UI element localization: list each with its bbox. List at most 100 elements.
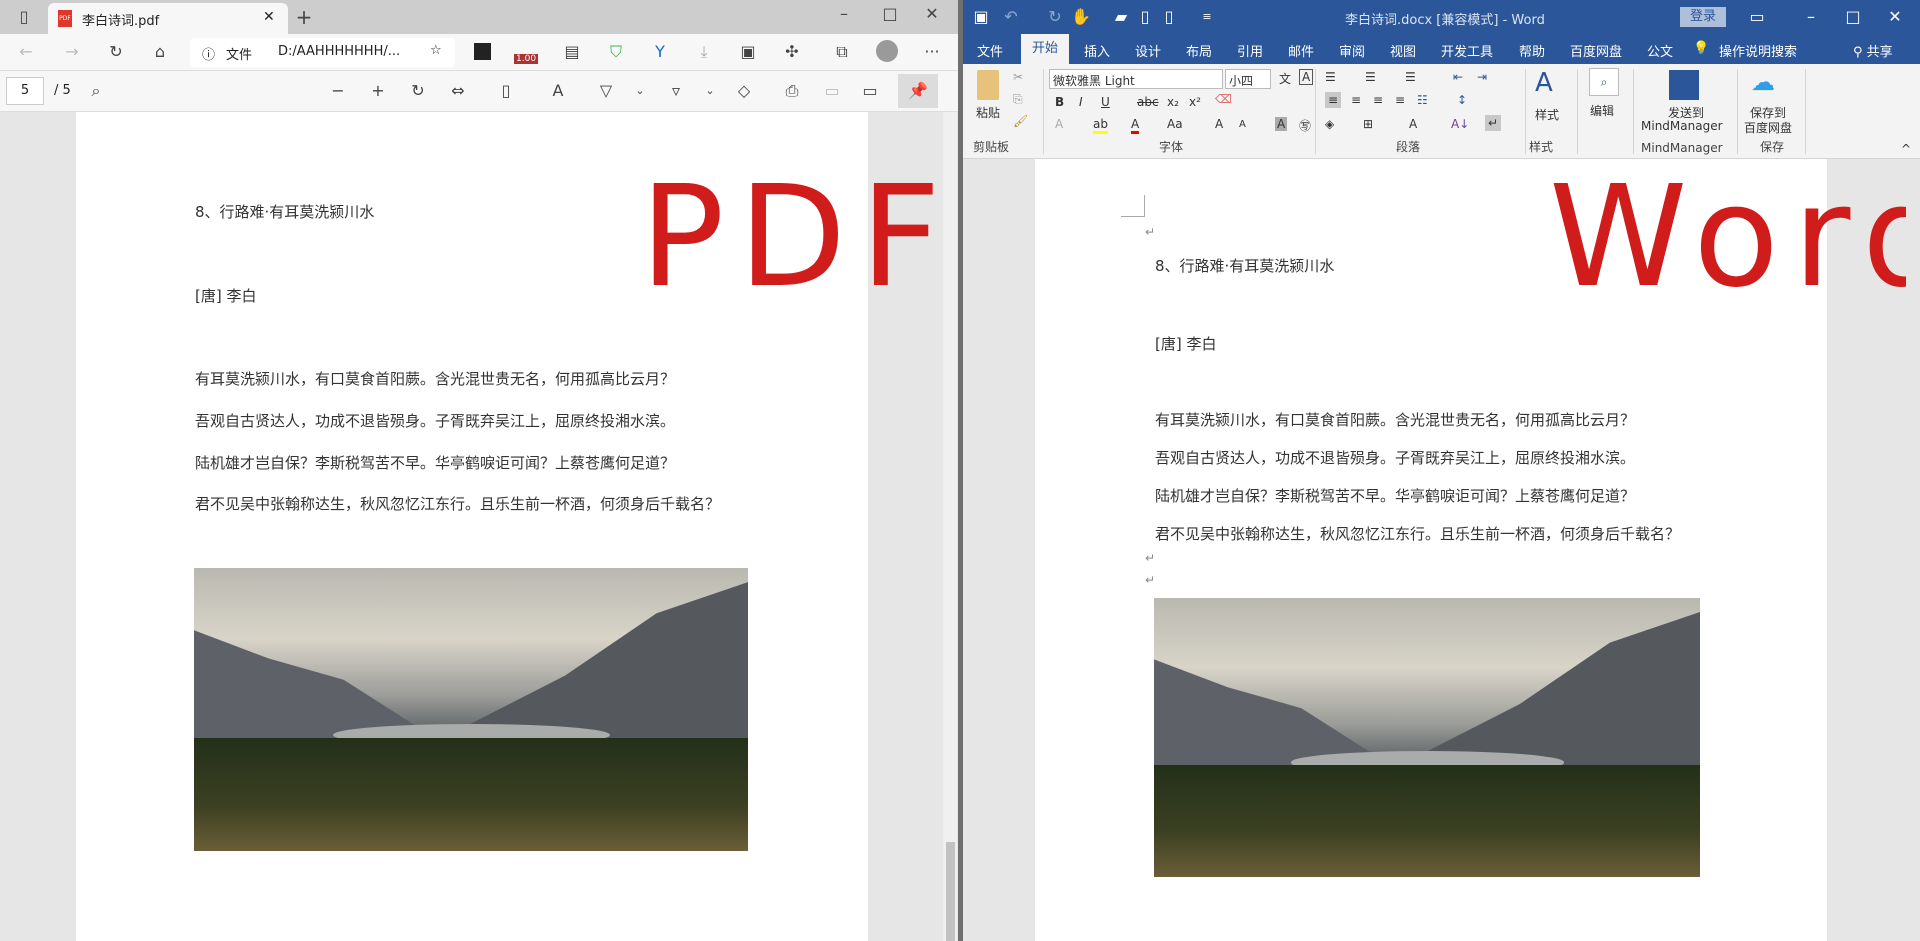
format-painter-icon[interactable]: 🖌 <box>1013 114 1028 128</box>
styles-button[interactable]: 样式 <box>1535 106 1559 123</box>
font-name-select[interactable]: 微软雅黑 Light <box>1049 69 1223 89</box>
font-size-select[interactable]: 小四 <box>1225 69 1271 89</box>
clear-formatting-icon[interactable]: ⌫ <box>1215 92 1232 106</box>
read-aloud-icon[interactable]: A <box>546 79 570 103</box>
search-icon[interactable]: ⌕ <box>84 79 108 103</box>
enclose-characters-icon[interactable]: ㊢ <box>1299 117 1311 134</box>
extension-icon[interactable]: ▤ <box>560 40 584 64</box>
italic-icon[interactable]: I <box>1079 95 1083 109</box>
cut-icon[interactable]: ✂ <box>1013 70 1023 84</box>
forward-icon[interactable]: → <box>60 40 84 64</box>
send-to-mindmanager-line2[interactable]: MindManager <box>1641 119 1723 133</box>
home-icon[interactable]: ⌂ <box>148 40 172 64</box>
borders-icon[interactable]: ⊞ <box>1363 117 1373 131</box>
minimize-icon[interactable]: – <box>832 2 856 26</box>
change-case-icon[interactable]: Aa <box>1167 117 1183 131</box>
bold-icon[interactable]: B <box>1055 95 1064 109</box>
bullets-icon[interactable]: ☰ <box>1325 70 1336 84</box>
pin-toolbar-icon[interactable]: 📌 <box>898 74 938 108</box>
tab-baidu-netdisk[interactable]: 百度网盘 <box>1570 41 1622 60</box>
info-icon[interactable]: ⓘ <box>202 44 215 63</box>
copy-icon[interactable]: ⎘ <box>1013 92 1023 107</box>
collections-icon[interactable]: ⧉ <box>830 40 854 64</box>
new-tab-icon[interactable]: + <box>292 5 316 29</box>
tab-gongwen[interactable]: 公文 <box>1647 41 1673 60</box>
multilevel-list-icon[interactable]: ☰ <box>1405 70 1416 84</box>
show-marks-icon[interactable]: ↵ <box>1485 115 1502 131</box>
shrink-font-icon[interactable]: A <box>1239 119 1246 130</box>
align-left-icon[interactable]: ≡ <box>1325 92 1342 108</box>
tab-developer[interactable]: 开发工具 <box>1441 41 1493 60</box>
zoom-out-icon[interactable]: − <box>326 79 350 103</box>
page-number-input[interactable]: 5 <box>6 77 44 105</box>
tab-home[interactable]: 开始 <box>1021 34 1069 64</box>
customize-toolbar-icon[interactable]: ≡ <box>1195 5 1219 29</box>
highlight-icon[interactable]: ▿ <box>664 79 688 103</box>
font-color-icon[interactable]: A <box>1131 117 1140 134</box>
save-to-baidu-line2[interactable]: 百度网盘 <box>1744 119 1792 136</box>
tab-references[interactable]: 引用 <box>1237 41 1263 60</box>
address-bar[interactable]: ⓘ 文件 D:/AAHHHHHHH/... ☆ <box>190 38 455 67</box>
find-icon[interactable]: ⌕ <box>1589 68 1619 96</box>
mindmanager-icon[interactable] <box>1669 70 1699 100</box>
tab-mailings[interactable]: 邮件 <box>1288 41 1314 60</box>
back-icon[interactable]: ← <box>14 40 38 64</box>
print-preview-icon[interactable]: ▯ <box>1157 5 1181 29</box>
extension-icon[interactable] <box>474 43 491 60</box>
redo-icon[interactable]: ↻ <box>1043 5 1067 29</box>
profile-avatar[interactable] <box>876 40 898 62</box>
grow-font-icon[interactable]: A <box>1215 117 1223 131</box>
zoom-in-icon[interactable]: + <box>366 79 390 103</box>
editing-button[interactable]: 编辑 <box>1590 102 1614 119</box>
extension-icon[interactable]: Y <box>648 40 672 64</box>
scrollbar-thumb[interactable] <box>946 842 955 941</box>
tell-me-search[interactable]: 操作说明搜索 <box>1719 41 1797 60</box>
scrollbar[interactable] <box>943 112 957 941</box>
text-effects-icon[interactable]: A <box>1055 117 1063 131</box>
close-tab-icon[interactable]: ✕ <box>263 9 275 25</box>
print-icon[interactable]: ⎙ <box>780 79 804 103</box>
ribbon-display-icon[interactable]: ▭ <box>1745 5 1769 29</box>
align-right-icon[interactable]: ≡ <box>1373 93 1383 107</box>
chevron-down-icon[interactable]: ⌄ <box>628 79 652 103</box>
close-window-icon[interactable]: ✕ <box>1883 5 1907 29</box>
numbering-icon[interactable]: ☰ <box>1365 70 1376 84</box>
extension-icon[interactable]: ▣ <box>736 40 760 64</box>
tab-layout[interactable]: 布局 <box>1186 41 1212 60</box>
chevron-down-icon[interactable]: ⌄ <box>698 79 722 103</box>
tab-insert[interactable]: 插入 <box>1084 41 1110 60</box>
highlight-color-icon[interactable]: ab <box>1093 117 1108 134</box>
collapse-ribbon-icon[interactable]: ^ <box>1901 142 1911 156</box>
justify-icon[interactable]: ≡ <box>1395 93 1405 107</box>
page-view-icon[interactable]: ▯ <box>494 79 518 103</box>
close-window-icon[interactable]: ✕ <box>920 2 944 26</box>
new-document-icon[interactable]: ▯ <box>1133 5 1157 29</box>
undo-icon[interactable]: ↶ <box>999 5 1023 29</box>
asian-layout-icon[interactable]: A <box>1409 117 1417 131</box>
sort-icon[interactable]: A↓ <box>1451 117 1469 131</box>
tab-pdf[interactable]: PDF 李白诗词.pdf ✕ <box>48 3 288 34</box>
shading-icon[interactable]: ◈ <box>1325 117 1334 131</box>
tab-view[interactable]: 视图 <box>1390 41 1416 60</box>
rotate-icon[interactable]: ↻ <box>406 79 430 103</box>
align-center-icon[interactable]: ≡ <box>1351 93 1361 107</box>
paste-icon[interactable] <box>977 70 999 100</box>
add-favorite-icon[interactable]: ☆ <box>430 43 442 58</box>
scrollbar[interactable] <box>1906 159 1920 941</box>
tab-actions-icon[interactable]: ▯ <box>12 5 36 29</box>
tab-design[interactable]: 设计 <box>1135 41 1161 60</box>
shield-extension-icon[interactable]: ⛉ <box>604 40 628 64</box>
tab-help[interactable]: 帮助 <box>1519 41 1545 60</box>
line-spacing-icon[interactable]: ↕ <box>1457 93 1467 107</box>
increase-indent-icon[interactable]: ⇥ <box>1477 70 1487 84</box>
fit-page-icon[interactable]: ⇔ <box>446 79 470 103</box>
refresh-icon[interactable]: ↻ <box>104 40 128 64</box>
styles-icon[interactable]: A <box>1535 68 1553 98</box>
extensions-puzzle-icon[interactable]: ✣ <box>780 40 804 64</box>
open-icon[interactable]: ▰ <box>1109 5 1133 29</box>
login-button[interactable]: 登录 <box>1680 7 1726 27</box>
save-as-icon[interactable]: ▭ <box>858 79 882 103</box>
download-extension-icon[interactable]: ⤓ <box>692 40 716 64</box>
touch-mode-icon[interactable]: ✋ <box>1069 5 1093 29</box>
underline-icon[interactable]: U <box>1101 95 1110 109</box>
